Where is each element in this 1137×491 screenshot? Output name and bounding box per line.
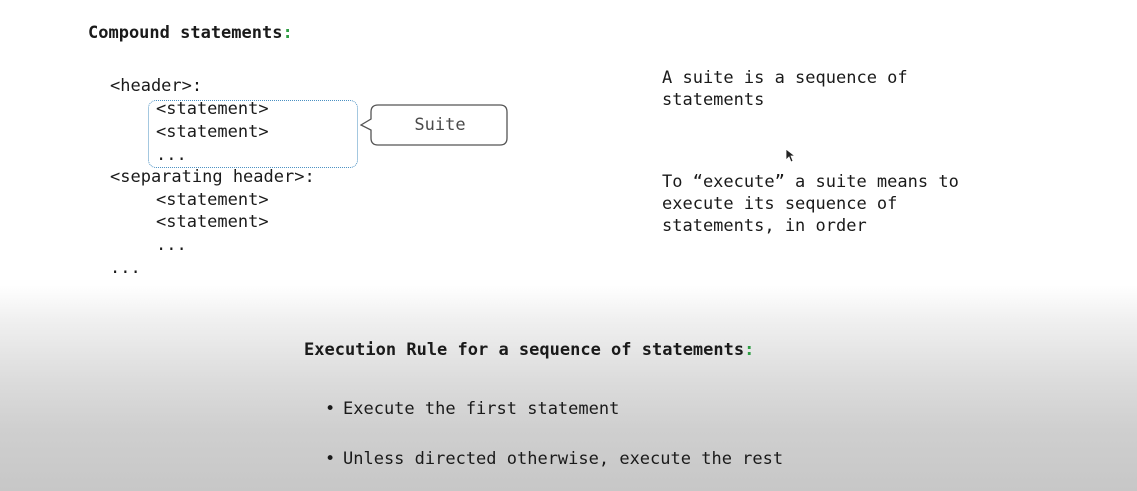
rule-bullet-2: • Unless directed otherwise, execute the … — [325, 449, 783, 469]
suite-callout: Suite — [360, 104, 508, 146]
slide-title-colon: : — [282, 23, 293, 43]
slide: Compound statements: <header>: <statemen… — [0, 0, 1137, 491]
rule-bullet-1-text: Execute the first statement — [343, 399, 620, 419]
execution-rule-heading-text: Execution Rule for a sequence of stateme… — [304, 340, 745, 360]
bullet-dot-icon: • — [325, 449, 336, 469]
slide-title: Compound statements: — [88, 23, 293, 43]
suite-highlight-box — [148, 100, 358, 168]
suite-definition-text: A suite is a sequence of statements — [662, 68, 908, 110]
slide-title-text: Compound statements — [88, 23, 283, 43]
bullet-dot-icon: • — [325, 399, 336, 419]
code-statement-4: <statement> — [156, 212, 269, 232]
execution-rule-heading: Execution Rule for a sequence of stateme… — [304, 340, 754, 360]
execute-definition-text: To “execute” a suite means to execute it… — [662, 172, 959, 236]
code-separating-header: <separating header>: — [110, 167, 315, 187]
code-ellipsis-3: ... — [110, 258, 141, 278]
mouse-pointer-icon — [785, 148, 797, 163]
code-header: <header>: — [110, 76, 203, 96]
code-statement-3: <statement> — [156, 190, 269, 210]
rule-bullet-1: • Execute the first statement — [325, 399, 619, 419]
code-ellipsis-2: ... — [156, 235, 187, 255]
execution-rule-heading-colon: : — [744, 340, 755, 360]
suite-callout-label: Suite — [414, 115, 466, 135]
rule-bullet-2-text: Unless directed otherwise, execute the r… — [343, 449, 784, 469]
